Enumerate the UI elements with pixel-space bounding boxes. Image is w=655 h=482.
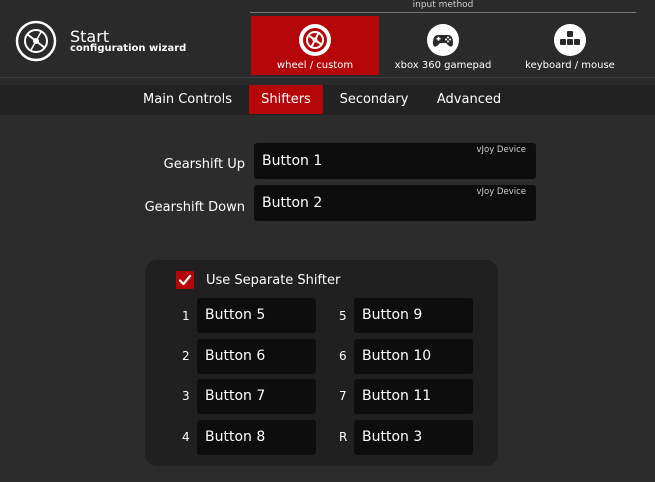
method-label: keyboard / mouse (525, 60, 615, 71)
gear-binding-value: Button 6 (205, 348, 266, 364)
gear-3-field[interactable]: Button 7 (197, 379, 316, 414)
tab-advanced[interactable]: Advanced (428, 85, 510, 114)
gear-binding-value: Button 8 (205, 429, 266, 445)
header: Start configuration wizard input method … (0, 0, 655, 85)
gear-binding-value: Button 9 (362, 307, 423, 323)
gear-binding-value: Button 10 (362, 348, 432, 364)
binding-value: Button 1 (262, 153, 323, 169)
gamepad-icon (427, 24, 459, 56)
input-method-label: input method (412, 0, 474, 10)
gear-number: 5 (339, 309, 347, 323)
gearshift-up-label: Gearshift Up (163, 157, 245, 172)
start-wheel-icon[interactable] (15, 20, 57, 62)
gear-4-field[interactable]: Button 8 (197, 420, 316, 455)
method-wheel-custom[interactable]: wheel / custom (251, 16, 379, 75)
gear-7-field[interactable]: Button 11 (354, 379, 473, 414)
gear-number: 4 (182, 430, 190, 444)
gear-binding-value: Button 11 (362, 388, 432, 404)
gear-5-field[interactable]: Button 9 (354, 298, 473, 333)
gear-number: 6 (339, 349, 347, 363)
gear-1-field[interactable]: Button 5 (197, 298, 316, 333)
gear-binding-value: Button 7 (205, 388, 266, 404)
gear-reverse-field[interactable]: Button 3 (354, 420, 473, 455)
tab-main-controls[interactable]: Main Controls (135, 85, 240, 114)
input-method-divider (250, 12, 636, 13)
gearshift-down-label: Gearshift Down (144, 200, 245, 215)
gearshift-down-field[interactable]: Button 2 vJoy Device (254, 185, 536, 221)
use-separate-shifter-label: Use Separate Shifter (206, 273, 341, 288)
gear-number: R (339, 430, 348, 444)
gear-number: 1 (182, 309, 190, 323)
binding-device: vJoy Device (476, 187, 526, 197)
tab-shifters[interactable]: Shifters (249, 85, 323, 114)
gearshift-up-field[interactable]: Button 1 vJoy Device (254, 143, 536, 179)
method-xbox-gamepad[interactable]: xbox 360 gamepad (380, 16, 506, 75)
header-divider (0, 77, 655, 78)
use-separate-shifter-checkbox[interactable] (176, 271, 194, 289)
method-label: wheel / custom (276, 60, 354, 71)
app-subtitle: configuration wizard (70, 43, 187, 54)
method-label: xbox 360 gamepad (394, 60, 492, 71)
binding-device: vJoy Device (476, 145, 526, 155)
tab-bar: Main Controls Shifters Secondary Advance… (0, 85, 655, 115)
binding-value: Button 2 (262, 195, 323, 211)
gear-number: 7 (339, 389, 347, 403)
tab-secondary[interactable]: Secondary (333, 85, 415, 114)
gear-number: 2 (182, 349, 190, 363)
method-keyboard-mouse[interactable]: keyboard / mouse (507, 16, 633, 75)
gear-2-field[interactable]: Button 6 (197, 339, 316, 374)
checkmark-icon (178, 274, 192, 286)
gear-6-field[interactable]: Button 10 (354, 339, 473, 374)
keyboard-keys-icon (554, 24, 586, 56)
gear-binding-value: Button 3 (362, 429, 423, 445)
gear-number: 3 (182, 389, 190, 403)
steering-wheel-icon (299, 24, 331, 56)
gear-binding-value: Button 5 (205, 307, 266, 323)
